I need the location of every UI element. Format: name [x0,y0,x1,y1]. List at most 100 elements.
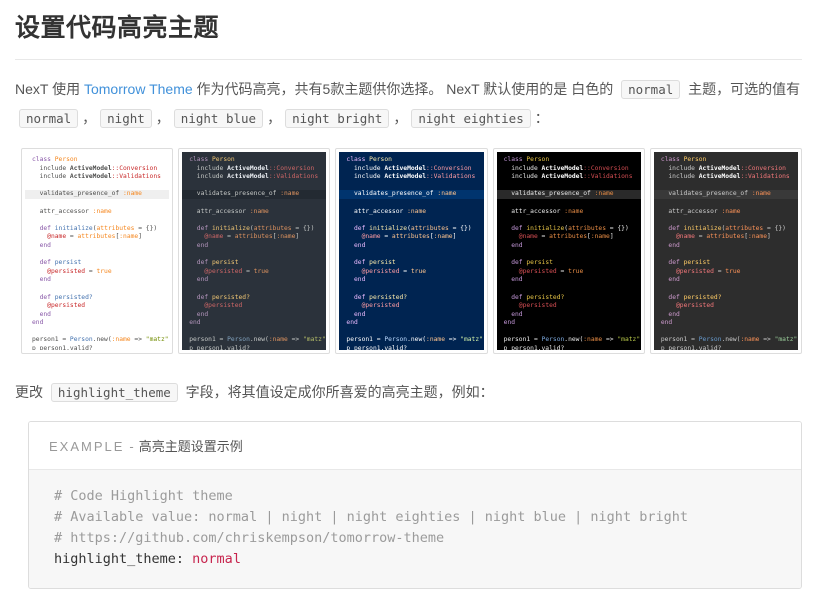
preview-code-line [25,251,169,260]
preview-code-line [497,328,641,337]
preview-code-line [182,285,326,294]
preview-code-line: def persisted? [511,293,565,301]
theme-preview-normal: class Person include ActiveModel::Conver… [21,148,174,354]
intro-text-2: 作为代码高亮，共有5款主题供你选择。 NexT 默认使用的是 白色的 [192,81,618,97]
preview-code-line: validates_presence_of :name [339,190,484,199]
preview-code-line [339,328,483,337]
preview-code-line: @persisted = true [361,267,427,275]
preview-code-line [497,182,641,191]
preview-code-line: end [32,319,44,327]
inline-code-option: night [100,109,152,128]
preview-code-line: include ActiveModel::Conversion [503,164,629,172]
preview-code-line: end [354,241,366,249]
preview-code-line: end [668,310,680,318]
preview-code-line: include ActiveModel::Conversion [346,164,472,172]
example-block: EXAMPLE - 高亮主题设置示例 # Code Highlight theme #… [28,421,802,589]
preview-code-line [497,285,641,294]
preview-code-line: def persisted? [668,293,722,301]
preview-code-line: end [503,319,515,327]
preview-code-line: @name = attributes[:name] [204,233,300,241]
preview-code-line: def persist [354,259,396,267]
example-separator: - [129,439,134,454]
preview-code-line [339,182,483,191]
preview-code-line [339,285,483,294]
preview-code-line: include ActiveModel::Validations [660,173,790,181]
theme-preview-code: class Person include ActiveModel::Conver… [339,152,484,350]
theme-preview-code: class Person include ActiveModel::Conver… [653,152,799,350]
preview-code-line: @persisted [361,302,400,310]
preview-code-line [25,216,169,225]
preview-code-line: p person1.valid? [503,345,565,350]
preview-code-line: end [196,276,209,284]
example-code-block: # Code Highlight theme # Available value:… [29,469,801,588]
intro-text-1: NexT 使用 [15,81,84,97]
preview-code-line: @persisted = true [518,267,584,275]
preview-code-line [182,328,326,337]
preview-code-line: def persist [39,259,82,267]
preview-code-line: attr_accessor :name [189,207,269,215]
preview-code-line [25,285,169,294]
preview-code-line: p person1.valid? [660,345,722,350]
theme-previews-row: class Person include ActiveModel::Conver… [21,148,803,354]
preview-code-line: @name = attributes[:name] [518,233,614,241]
preview-code-line: class Person [660,156,707,163]
preview-code-line [339,251,483,260]
preview-code-line [182,199,326,208]
preview-code-line: person1 = Person.new(:name => "matz") [189,336,326,344]
preview-code-line: def persisted? [354,293,408,301]
preview-code-line: validates_presence_of :name [25,190,170,199]
preview-code-line [654,285,798,294]
preview-code-line [654,182,798,191]
preview-code-line: def initialize(attributes = {}) [39,224,158,232]
example-label: EXAMPLE [49,439,125,454]
preview-code-line: person1 = Person.new(:name => "matz") [346,336,483,344]
theme-preview-code: class Person include ActiveModel::Conver… [496,152,641,350]
preview-code-line: end [354,276,366,284]
preview-code-line: @persisted = true [675,267,741,275]
preview-code-line: class Person [32,156,78,163]
preview-code-line: end [660,319,673,327]
preview-code-line: attr_accessor :name [660,207,741,215]
preview-code-line: @persisted [204,302,243,310]
preview-code-line: validates_presence_of :name [182,190,327,199]
theme-preview-night-blue: class Person include ActiveModel::Conver… [335,148,488,354]
preview-code-line [339,199,483,208]
preview-code-line: p person1.valid? [189,345,250,350]
preview-code-line: person1 = Person.new(:name => "matz") [32,336,169,344]
preview-code-line: include ActiveModel::Validations [189,173,319,181]
preview-code-line: include ActiveModel::Conversion [189,164,315,172]
preview-code-line: @persisted = true [47,267,112,275]
preview-code-line: def initialize(attributes = {}) [196,224,315,232]
preview-code-line: end [196,310,209,318]
preview-code-line: end [668,241,680,249]
preview-code-line [25,199,169,208]
theme-preview-code: class Person include ActiveModel::Conver… [25,152,170,350]
page-title: 设置代码高亮主题 [15,0,802,60]
preview-code-line: validates_presence_of :name [653,190,799,199]
preview-code-line: include ActiveModel::Validations [32,173,161,181]
tomorrow-theme-link[interactable]: Tomorrow Theme [84,81,193,97]
preview-code-line [497,199,641,208]
preview-code-line: end [346,319,358,327]
preview-code-line: include ActiveModel::Validations [346,173,476,181]
theme-options-inline: normal， night， night blue， night bright， nig… [15,109,549,128]
example-header: EXAMPLE - 高亮主题设置示例 [29,422,801,469]
preview-code-line: def persisted? [196,293,250,301]
preview-code-line: end [511,276,523,284]
preview-code-line [654,216,798,225]
preview-code-line: class Person [189,156,235,163]
preview-code-line: def persist [196,259,239,267]
preview-code-line: attr_accessor :name [503,207,584,215]
preview-code-line: def initialize(attributes = {}) [354,224,472,232]
preview-code-line [654,251,798,260]
preview-code-line: end [511,241,523,249]
example-title: 高亮主题设置示例 [138,439,243,454]
change-paragraph: 更改 highlight_theme 字段，将其值设定成你所喜爱的高亮主题，例如… [15,378,802,407]
preview-code-line: def initialize(attributes = {}) [511,224,629,232]
preview-code-line: end [39,241,51,249]
preview-code-line: end [668,276,680,284]
preview-code-line [25,182,169,191]
preview-code-line: def persisted? [39,293,93,301]
preview-code-line: person1 = Person.new(:name => "matz") [503,336,641,344]
theme-preview-code: class Person include ActiveModel::Conver… [182,152,327,350]
